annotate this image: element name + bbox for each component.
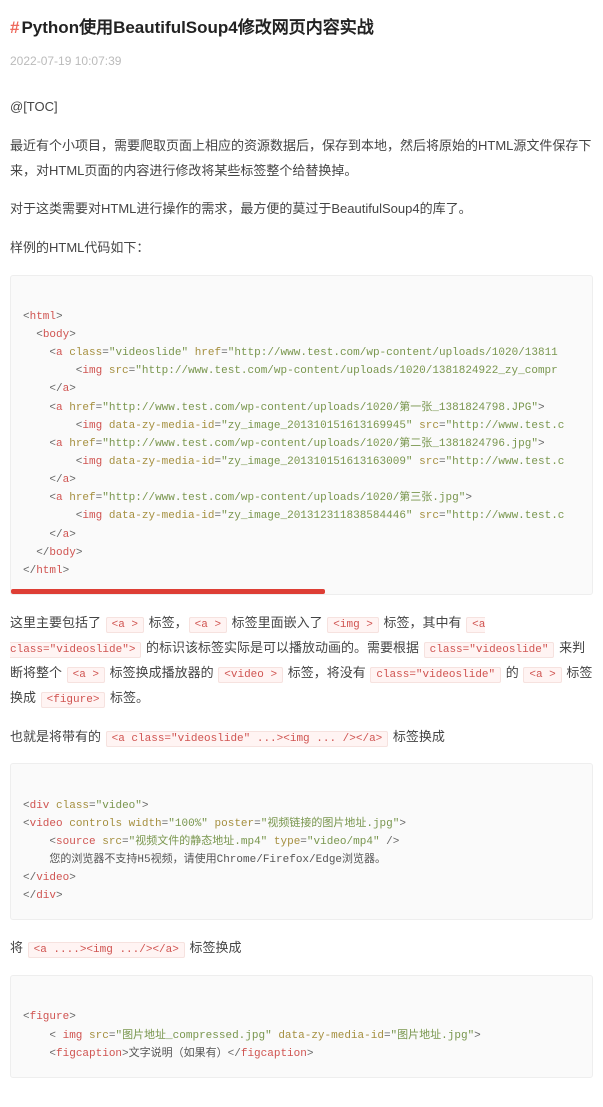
inline-code: <img > [327, 617, 379, 633]
inline-code: <a ....><img .../></a> [28, 942, 185, 958]
inline-code: class="videoslide" [370, 667, 501, 683]
horizontal-scrollbar[interactable] [11, 589, 325, 594]
inline-code: <a > [523, 667, 561, 683]
title-text: Python使用BeautifulSoup4修改网页内容实战 [21, 18, 373, 37]
inline-code: class="videoslide" [424, 642, 555, 658]
inline-code: <a > [67, 667, 105, 683]
explain-para-2: 也就是将带有的 <a class="videoslide" ...><img .… [10, 725, 593, 750]
inline-code: <video > [218, 667, 283, 683]
toc-marker: @[TOC] [10, 95, 593, 120]
hash-mark: # [10, 18, 19, 37]
code-sample-html[interactable]: <html> <body> <a class="videoslide" href… [10, 275, 593, 595]
inline-code: <figure> [41, 692, 106, 708]
explain-para-1: 这里主要包括了 <a > 标签，<a > 标签里面嵌入了 <img > 标签，其… [10, 611, 593, 711]
intro-para-2: 对于这类需要对HTML进行操作的需求，最方便的莫过于BeautifulSoup4… [10, 197, 593, 222]
page-title: #Python使用BeautifulSoup4修改网页内容实战 [10, 14, 593, 43]
inline-code: <a > [189, 617, 227, 633]
inline-code: <a > [106, 617, 144, 633]
code-figure-template[interactable]: <figure> < img src="图片地址_compressed.jpg"… [10, 975, 593, 1078]
code-video-template[interactable]: <div class="video"> <video controls widt… [10, 763, 593, 920]
intro-para-3: 样例的HTML代码如下： [10, 236, 593, 261]
explain-para-3: 将 <a ....><img .../></a> 标签换成 [10, 936, 593, 961]
intro-para-1: 最近有个小项目，需要爬取页面上相应的资源数据后，保存到本地，然后将原始的HTML… [10, 134, 593, 183]
timestamp: 2022-07-19 10:07:39 [10, 51, 593, 71]
inline-code: <a class="videoslide" ...><img ... /></a… [106, 731, 389, 747]
